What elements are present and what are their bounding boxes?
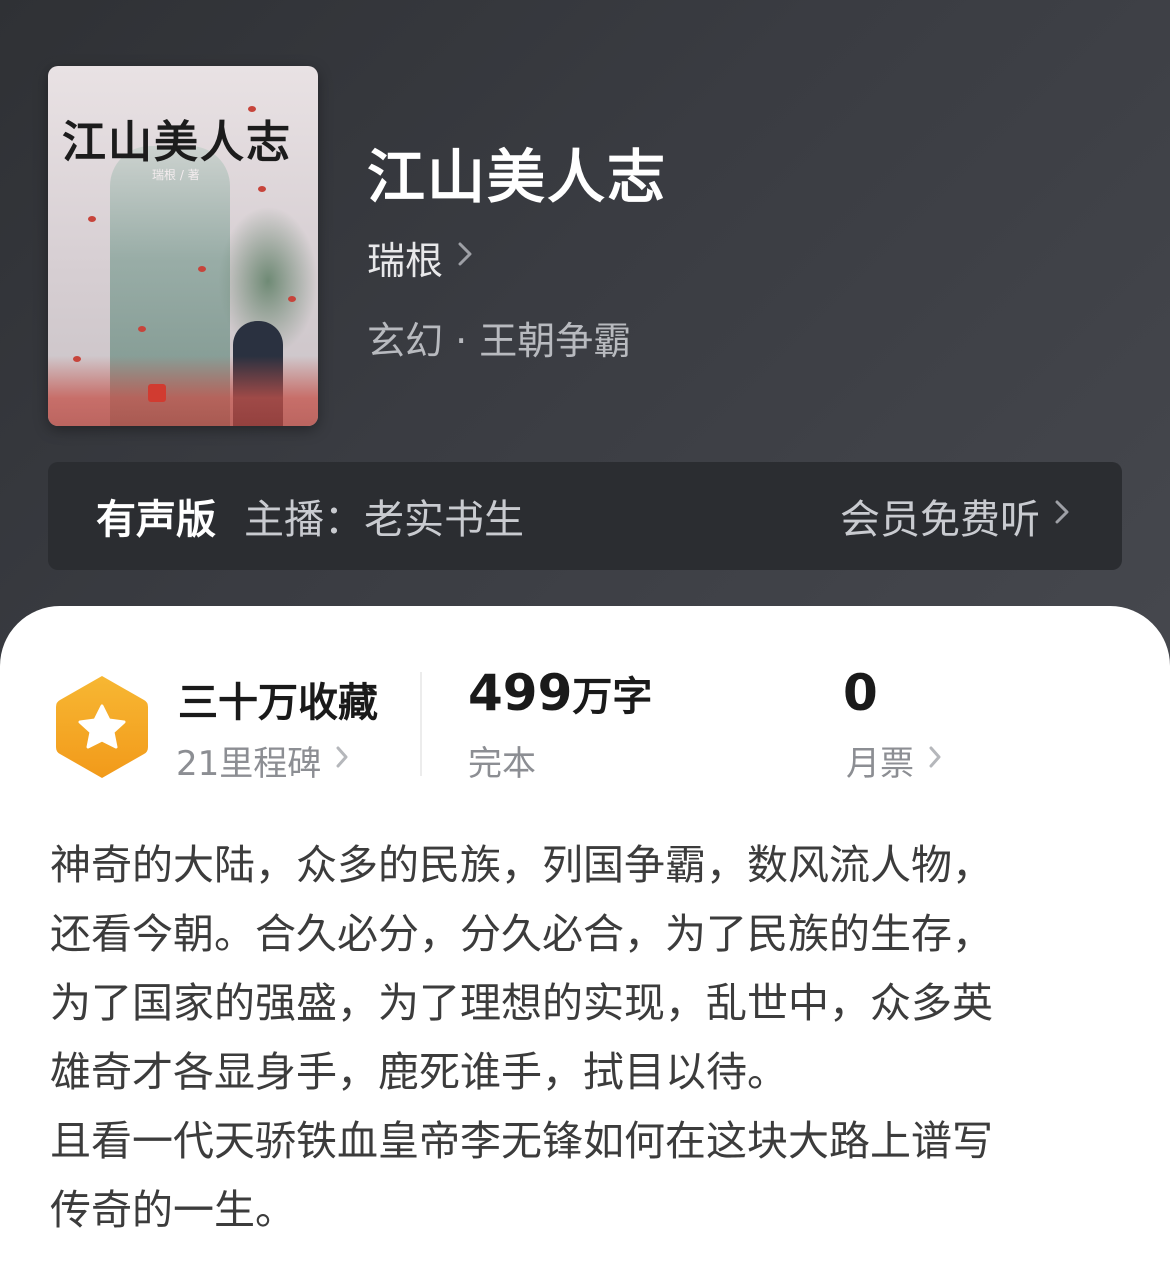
synopsis-line: 雄奇才各显身手，鹿死谁手，拭目以待。	[50, 1048, 788, 1096]
word-count-number: 499	[468, 664, 573, 722]
book-cover[interactable]: 江山美人志 瑞根 / 著	[48, 66, 318, 426]
cover-petal	[198, 266, 206, 272]
collection-count: 三十万收藏	[178, 680, 378, 726]
star-badge-icon[interactable]	[54, 672, 150, 782]
cover-petal	[138, 326, 146, 332]
chevron-right-icon	[335, 744, 349, 777]
author-name: 瑞根	[367, 239, 444, 283]
cover-petal	[73, 356, 81, 362]
chevron-right-icon	[1054, 498, 1070, 534]
chevron-right-icon	[457, 240, 473, 276]
book-category[interactable]: 玄幻 · 王朝争霸	[367, 310, 631, 365]
chevron-right-icon	[928, 744, 942, 777]
author-link[interactable]: 瑞根	[367, 230, 473, 285]
synopsis-line: 传奇的一生。	[50, 1186, 296, 1234]
synopsis-line: 神奇的大陆，众多的民族，列国争霸，数风流人物，	[50, 841, 993, 889]
content-card: 三十万收藏 21里程碑 499万字 完本 0 月票 神奇的大陆，众多的民族，列国…	[0, 606, 1170, 1274]
member-free-listen-label: 会员免费听	[840, 497, 1040, 543]
cover-title: 江山美人志	[62, 117, 292, 168]
audio-label: 有声版	[96, 497, 216, 543]
monthly-votes-count: 0	[843, 664, 878, 722]
book-title: 江山美人志	[367, 143, 668, 211]
milestone-link[interactable]: 21里程碑	[176, 736, 349, 785]
publisher-logo	[148, 384, 166, 402]
synopsis-line: 且看一代天骄铁血皇帝李无锋如何在这块大路上谱写	[50, 1117, 993, 1165]
cover-ground	[48, 356, 318, 426]
word-count-unit: 万字	[572, 674, 653, 720]
audio-version-bar[interactable]: 有声版 主播：老实书生 会员免费听	[48, 462, 1122, 570]
stats-divider	[420, 672, 422, 776]
word-count: 499万字	[468, 664, 652, 722]
monthly-votes-link[interactable]: 月票	[846, 736, 942, 785]
monthly-votes-label: 月票	[846, 744, 914, 784]
cover-petal	[258, 186, 266, 192]
audio-host: 主播：老实书生	[244, 497, 524, 543]
milestone-label: 21里程碑	[176, 744, 322, 784]
cover-author: 瑞根 / 著	[152, 168, 200, 182]
completion-status: 完本	[468, 744, 536, 784]
cover-petal	[288, 296, 296, 302]
monthly-votes-number: 0	[843, 664, 878, 722]
member-free-listen-button[interactable]: 会员免费听	[840, 487, 1070, 545]
synopsis-line: 还看今朝。合久必分，分久必合，为了民族的生存，	[50, 910, 993, 958]
cover-petal	[88, 216, 96, 222]
synopsis-line: 为了国家的强盛，为了理想的实现，乱世中，众多英	[50, 979, 993, 1027]
book-synopsis[interactable]: 神奇的大陆，众多的民族，列国争霸，数风流人物， 还看今朝。合久必分，分久必合，为…	[50, 831, 1122, 1245]
